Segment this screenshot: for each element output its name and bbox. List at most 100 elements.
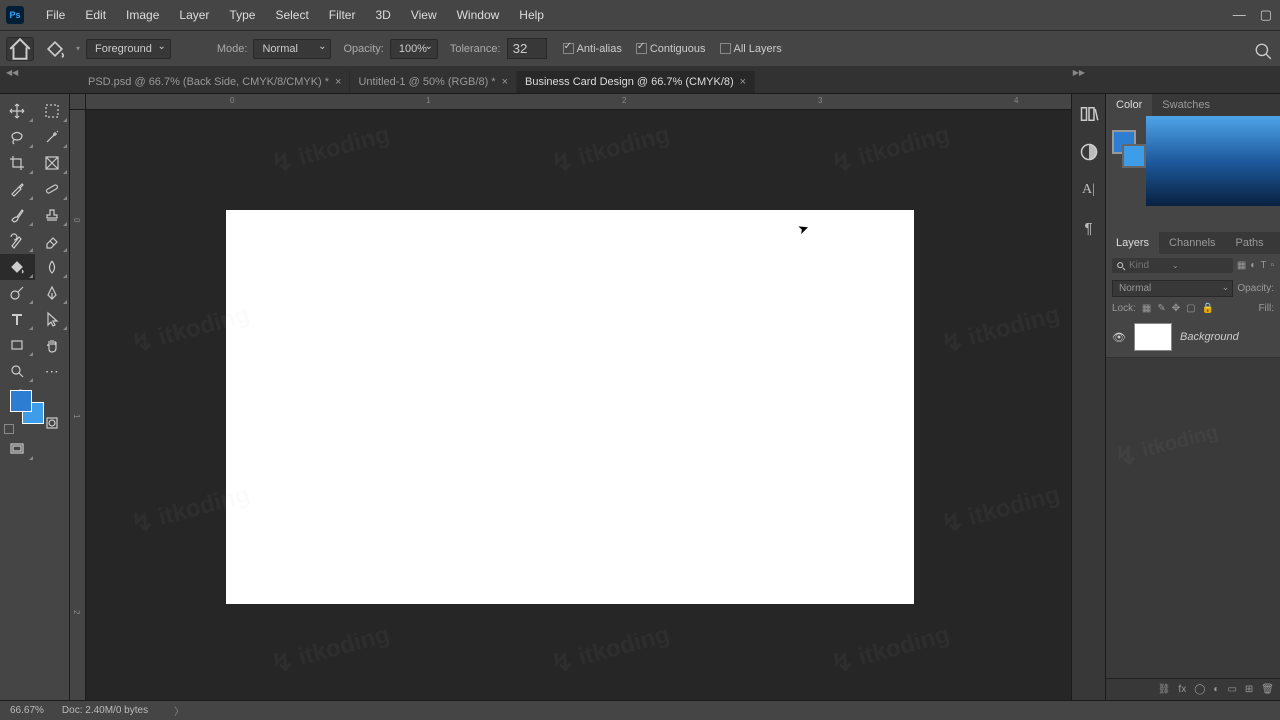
close-icon[interactable]: ×: [335, 76, 341, 88]
bg-color-chip[interactable]: [1122, 144, 1146, 168]
document-tab-1[interactable]: Untitled-1 @ 50% (RGB/8) *×: [350, 71, 517, 93]
menu-edit[interactable]: Edit: [75, 2, 116, 28]
libraries-icon[interactable]: [1079, 104, 1099, 124]
filter-type-icon[interactable]: T: [1260, 260, 1266, 271]
search-icon[interactable]: [1254, 42, 1272, 60]
collapse-left-icon[interactable]: ◀◀: [6, 68, 18, 77]
move-tool[interactable]: [0, 98, 35, 124]
tab-color[interactable]: Color: [1106, 94, 1152, 116]
group-icon[interactable]: ▭: [1227, 684, 1236, 695]
filter-shape-icon[interactable]: ▫: [1270, 260, 1274, 271]
menu-window[interactable]: Window: [447, 2, 510, 28]
zoom-tool[interactable]: [0, 358, 35, 384]
bucket-tool[interactable]: [0, 254, 35, 280]
foreground-color-swatch[interactable]: [10, 390, 32, 412]
marquee-tool[interactable]: [35, 98, 70, 124]
blend-mode-dropdown[interactable]: Normal: [253, 39, 331, 59]
menu-layer[interactable]: Layer: [169, 2, 219, 28]
healing-tool[interactable]: [35, 176, 70, 202]
path-select-tool[interactable]: [35, 306, 70, 332]
visibility-icon[interactable]: 👁: [1112, 331, 1126, 344]
tab-layers[interactable]: Layers: [1106, 232, 1159, 254]
stamp-tool[interactable]: [35, 202, 70, 228]
adjustments-icon[interactable]: [1079, 142, 1099, 162]
character-icon[interactable]: A|: [1079, 180, 1099, 200]
mask-icon[interactable]: ◯: [1194, 684, 1205, 695]
adjustment-layer-icon[interactable]: ◐: [1213, 684, 1219, 695]
canvas-area[interactable]: 0 1 2 3 4 0 1 2 ➤ itkoding itkoding itko…: [70, 94, 1071, 700]
lock-brush-icon[interactable]: ✎: [1157, 303, 1165, 314]
lasso-tool[interactable]: [0, 124, 35, 150]
pen-tool[interactable]: [35, 280, 70, 306]
new-layer-icon[interactable]: ⊞: [1245, 684, 1253, 695]
tolerance-input[interactable]: [507, 38, 547, 59]
menu-file[interactable]: File: [36, 2, 75, 28]
zoom-level[interactable]: 66.67%: [10, 705, 44, 716]
ruler-origin[interactable]: [70, 94, 86, 110]
vertical-ruler[interactable]: 0 1 2: [70, 110, 86, 700]
menu-select[interactable]: Select: [265, 2, 318, 28]
eraser-tool[interactable]: [35, 228, 70, 254]
close-icon[interactable]: ×: [740, 76, 746, 88]
link-layers-icon[interactable]: ⛓: [1158, 684, 1171, 695]
hand-tool[interactable]: [35, 332, 70, 358]
opacity-input[interactable]: 100%: [390, 39, 438, 59]
fill-source-dropdown[interactable]: Foreground: [86, 39, 171, 59]
filter-adjust-icon[interactable]: ◐: [1250, 260, 1256, 271]
collapse-right-icon[interactable]: ▶▶: [1073, 68, 1085, 77]
lock-artboard-icon[interactable]: ▢: [1186, 303, 1195, 314]
layer-thumbnail[interactable]: [1134, 323, 1172, 351]
menu-type[interactable]: Type: [219, 2, 265, 28]
layer-filter-kind[interactable]: ⌄: [1112, 258, 1233, 273]
color-swatches[interactable]: ⤺: [0, 384, 35, 436]
document-tab-0[interactable]: PSD.psd @ 66.7% (Back Side, CMYK/8/CMYK)…: [80, 71, 350, 93]
all-layers-checkbox[interactable]: [720, 43, 731, 54]
blur-tool[interactable]: [35, 254, 70, 280]
lock-all-icon[interactable]: 🔒: [1202, 303, 1214, 314]
tab-channels[interactable]: Channels: [1159, 232, 1225, 254]
layer-name-label[interactable]: Background: [1180, 331, 1239, 343]
crop-tool[interactable]: [0, 150, 35, 176]
menu-help[interactable]: Help: [509, 2, 554, 28]
layer-blend-dropdown[interactable]: Normal: [1112, 280, 1233, 297]
fx-icon[interactable]: fx: [1178, 684, 1186, 695]
quickmask-tool[interactable]: [35, 410, 70, 436]
screenmode-tool[interactable]: [0, 436, 35, 462]
delete-layer-icon[interactable]: 🗑: [1261, 684, 1274, 695]
document-size[interactable]: Doc: 2.40M/0 bytes: [62, 705, 148, 716]
document-canvas[interactable]: [226, 210, 914, 604]
eyedropper-tool[interactable]: [0, 176, 35, 202]
window-maximize-button[interactable]: ▢: [1260, 7, 1272, 23]
horizontal-ruler[interactable]: 0 1 2 3 4: [86, 94, 1071, 110]
history-brush-tool[interactable]: [0, 228, 35, 254]
close-icon[interactable]: ×: [502, 76, 508, 88]
type-tool[interactable]: [0, 306, 35, 332]
dodge-tool[interactable]: [0, 280, 35, 306]
layer-filter-input[interactable]: [1129, 260, 1169, 271]
default-colors-icon[interactable]: [4, 424, 14, 434]
tab-paths[interactable]: Paths: [1226, 232, 1274, 254]
current-tool-icon[interactable]: [44, 38, 66, 60]
status-menu-icon[interactable]: 〉: [174, 703, 184, 718]
tab-swatches[interactable]: Swatches: [1152, 94, 1220, 116]
window-minimize-button[interactable]: ―: [1233, 7, 1246, 23]
home-button[interactable]: [6, 37, 34, 61]
menu-image[interactable]: Image: [116, 2, 169, 28]
filter-pixel-icon[interactable]: ▦: [1237, 260, 1246, 271]
menu-filter[interactable]: Filter: [319, 2, 366, 28]
document-tab-2[interactable]: Business Card Design @ 66.7% (CMYK/8)×: [517, 71, 755, 93]
brush-tool[interactable]: [0, 202, 35, 228]
menu-3d[interactable]: 3D: [365, 2, 400, 28]
contiguous-checkbox[interactable]: [636, 43, 647, 54]
color-picker-field[interactable]: [1146, 116, 1280, 206]
lock-pixels-icon[interactable]: ▦: [1142, 303, 1151, 314]
shape-tool[interactable]: [0, 332, 35, 358]
layer-item-background[interactable]: 👁 Background: [1106, 317, 1280, 358]
menu-view[interactable]: View: [401, 2, 447, 28]
frame-tool[interactable]: [35, 150, 70, 176]
lock-position-icon[interactable]: ✥: [1172, 303, 1180, 314]
wand-tool[interactable]: [35, 124, 70, 150]
paragraph-icon[interactable]: ¶: [1079, 218, 1099, 238]
more-tools[interactable]: ⋯: [35, 358, 70, 384]
antialias-checkbox[interactable]: [563, 43, 574, 54]
